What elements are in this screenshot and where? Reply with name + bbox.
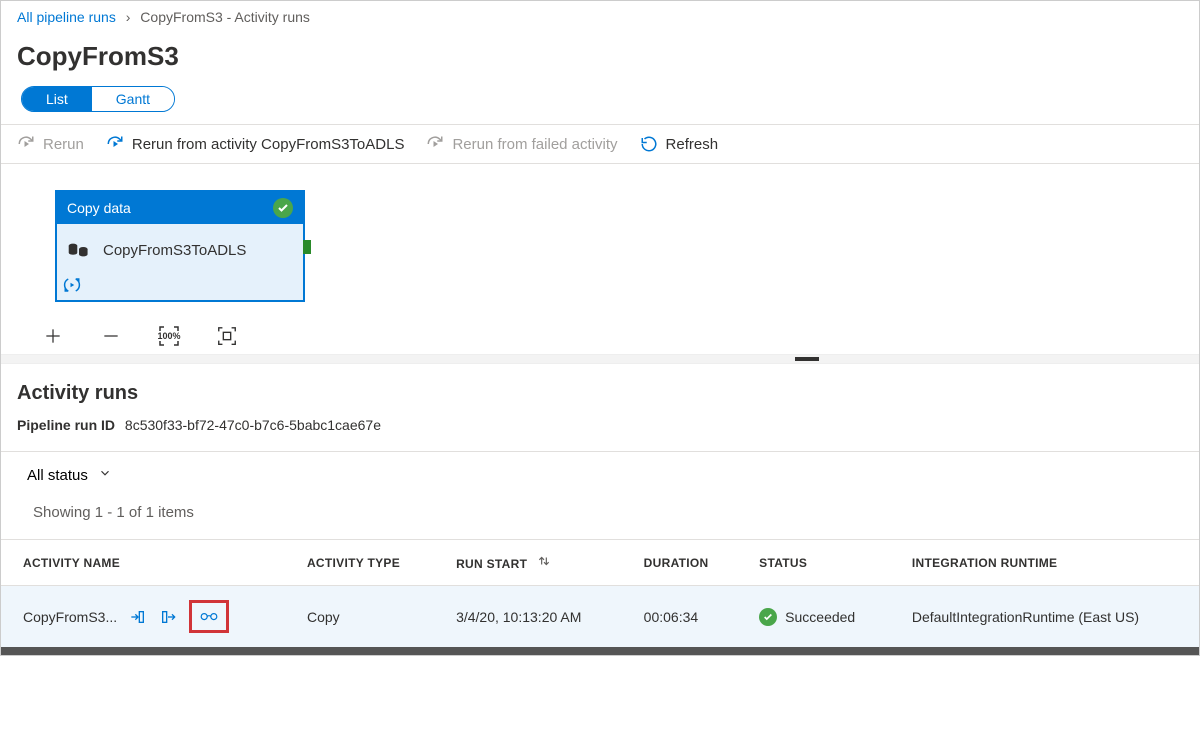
activity-expand-icon[interactable]: [63, 276, 297, 294]
rerun-from-icon: [106, 135, 124, 153]
activity-card[interactable]: Copy data CopyFromS3ToADLS: [55, 190, 305, 302]
glasses-icon: [200, 607, 218, 625]
view-toggle-list[interactable]: List: [22, 87, 92, 111]
pipeline-run-id-row: Pipeline run ID 8c530f33-bf72-47c0-b7c6-…: [1, 417, 1199, 451]
rerun-from-activity-button[interactable]: Rerun from activity CopyFromS3ToADLS: [106, 135, 405, 153]
cell-run-start: 3/4/20, 10:13:20 AM: [434, 586, 622, 648]
details-glasses-button[interactable]: [189, 600, 229, 633]
divider-handle-icon[interactable]: [795, 357, 819, 361]
rerun-failed-button[interactable]: Rerun from failed activity: [426, 135, 617, 153]
pipeline-run-id-value: 8c530f33-bf72-47c0-b7c6-5babc1cae67e: [125, 417, 381, 433]
status-filter-dropdown[interactable]: All status: [27, 466, 112, 484]
cell-integration-runtime: DefaultIntegrationRuntime (East US): [890, 586, 1199, 648]
zoom-in-button[interactable]: [41, 324, 65, 348]
success-check-icon: [273, 198, 293, 218]
panel-divider[interactable]: [1, 354, 1199, 364]
cell-status: Succeeded: [785, 609, 855, 625]
refresh-label: Refresh: [666, 136, 719, 153]
activity-card-header: Copy data: [57, 192, 303, 224]
sort-icon[interactable]: [537, 554, 551, 568]
col-run-start-label: RUN START: [456, 557, 527, 571]
breadcrumb-separator: ›: [126, 9, 131, 25]
table-row[interactable]: CopyFromS3... Cop: [1, 586, 1199, 648]
pipeline-canvas[interactable]: Copy data CopyFromS3ToADLS: [1, 164, 1199, 314]
rerun-label: Rerun: [43, 136, 84, 153]
activity-runs-heading: Activity runs: [1, 364, 1199, 417]
breadcrumb: All pipeline runs › CopyFromS3 - Activit…: [1, 1, 1199, 33]
result-count: Showing 1 - 1 of 1 items: [1, 490, 1199, 539]
page-title: CopyFromS3: [1, 33, 1199, 86]
success-status-icon: [759, 608, 777, 626]
col-activity-name[interactable]: ACTIVITY NAME: [1, 540, 285, 586]
zoom-fit-button[interactable]: [215, 324, 239, 348]
rerun-failed-icon: [426, 135, 444, 153]
refresh-icon: [640, 135, 658, 153]
zoom-out-button[interactable]: [99, 324, 123, 348]
col-duration[interactable]: DURATION: [622, 540, 737, 586]
refresh-button[interactable]: Refresh: [640, 135, 719, 153]
col-activity-type[interactable]: ACTIVITY TYPE: [285, 540, 434, 586]
rerun-icon: [17, 135, 35, 153]
output-icon[interactable]: [159, 608, 177, 626]
input-icon[interactable]: [129, 608, 147, 626]
database-icon: [67, 240, 91, 260]
col-status[interactable]: STATUS: [737, 540, 890, 586]
breadcrumb-current: CopyFromS3 - Activity runs: [140, 9, 310, 25]
zoom-controls: 100%: [1, 314, 1199, 354]
activity-name: CopyFromS3ToADLS: [103, 242, 246, 259]
rerun-button[interactable]: Rerun: [17, 135, 84, 153]
toolbar: Rerun Rerun from activity CopyFromS3ToAD…: [1, 124, 1199, 164]
view-toggle-gantt[interactable]: Gantt: [92, 87, 174, 111]
cell-activity-type: Copy: [285, 586, 434, 648]
horizontal-scrollbar[interactable]: [1, 647, 1199, 655]
view-toggle: List Gantt: [21, 86, 175, 112]
status-filter-label: All status: [27, 467, 88, 484]
activity-type-label: Copy data: [67, 200, 131, 216]
zoom-reset-button[interactable]: 100%: [157, 324, 181, 348]
col-run-start[interactable]: RUN START: [434, 540, 622, 586]
activity-runs-table: ACTIVITY NAME ACTIVITY TYPE RUN START DU…: [1, 539, 1199, 647]
rerun-from-label: Rerun from activity CopyFromS3ToADLS: [132, 136, 405, 153]
cell-activity-name: CopyFromS3...: [23, 609, 117, 625]
rerun-failed-label: Rerun from failed activity: [452, 136, 617, 153]
cell-duration: 00:06:34: [622, 586, 737, 648]
col-integration-runtime[interactable]: INTEGRATION RUNTIME: [890, 540, 1199, 586]
breadcrumb-root-link[interactable]: All pipeline runs: [17, 9, 116, 25]
chevron-down-icon: [98, 466, 112, 484]
activity-output-connector[interactable]: [303, 240, 311, 254]
pipeline-run-id-label: Pipeline run ID: [17, 417, 115, 433]
zoom-level-label: 100%: [157, 331, 180, 341]
